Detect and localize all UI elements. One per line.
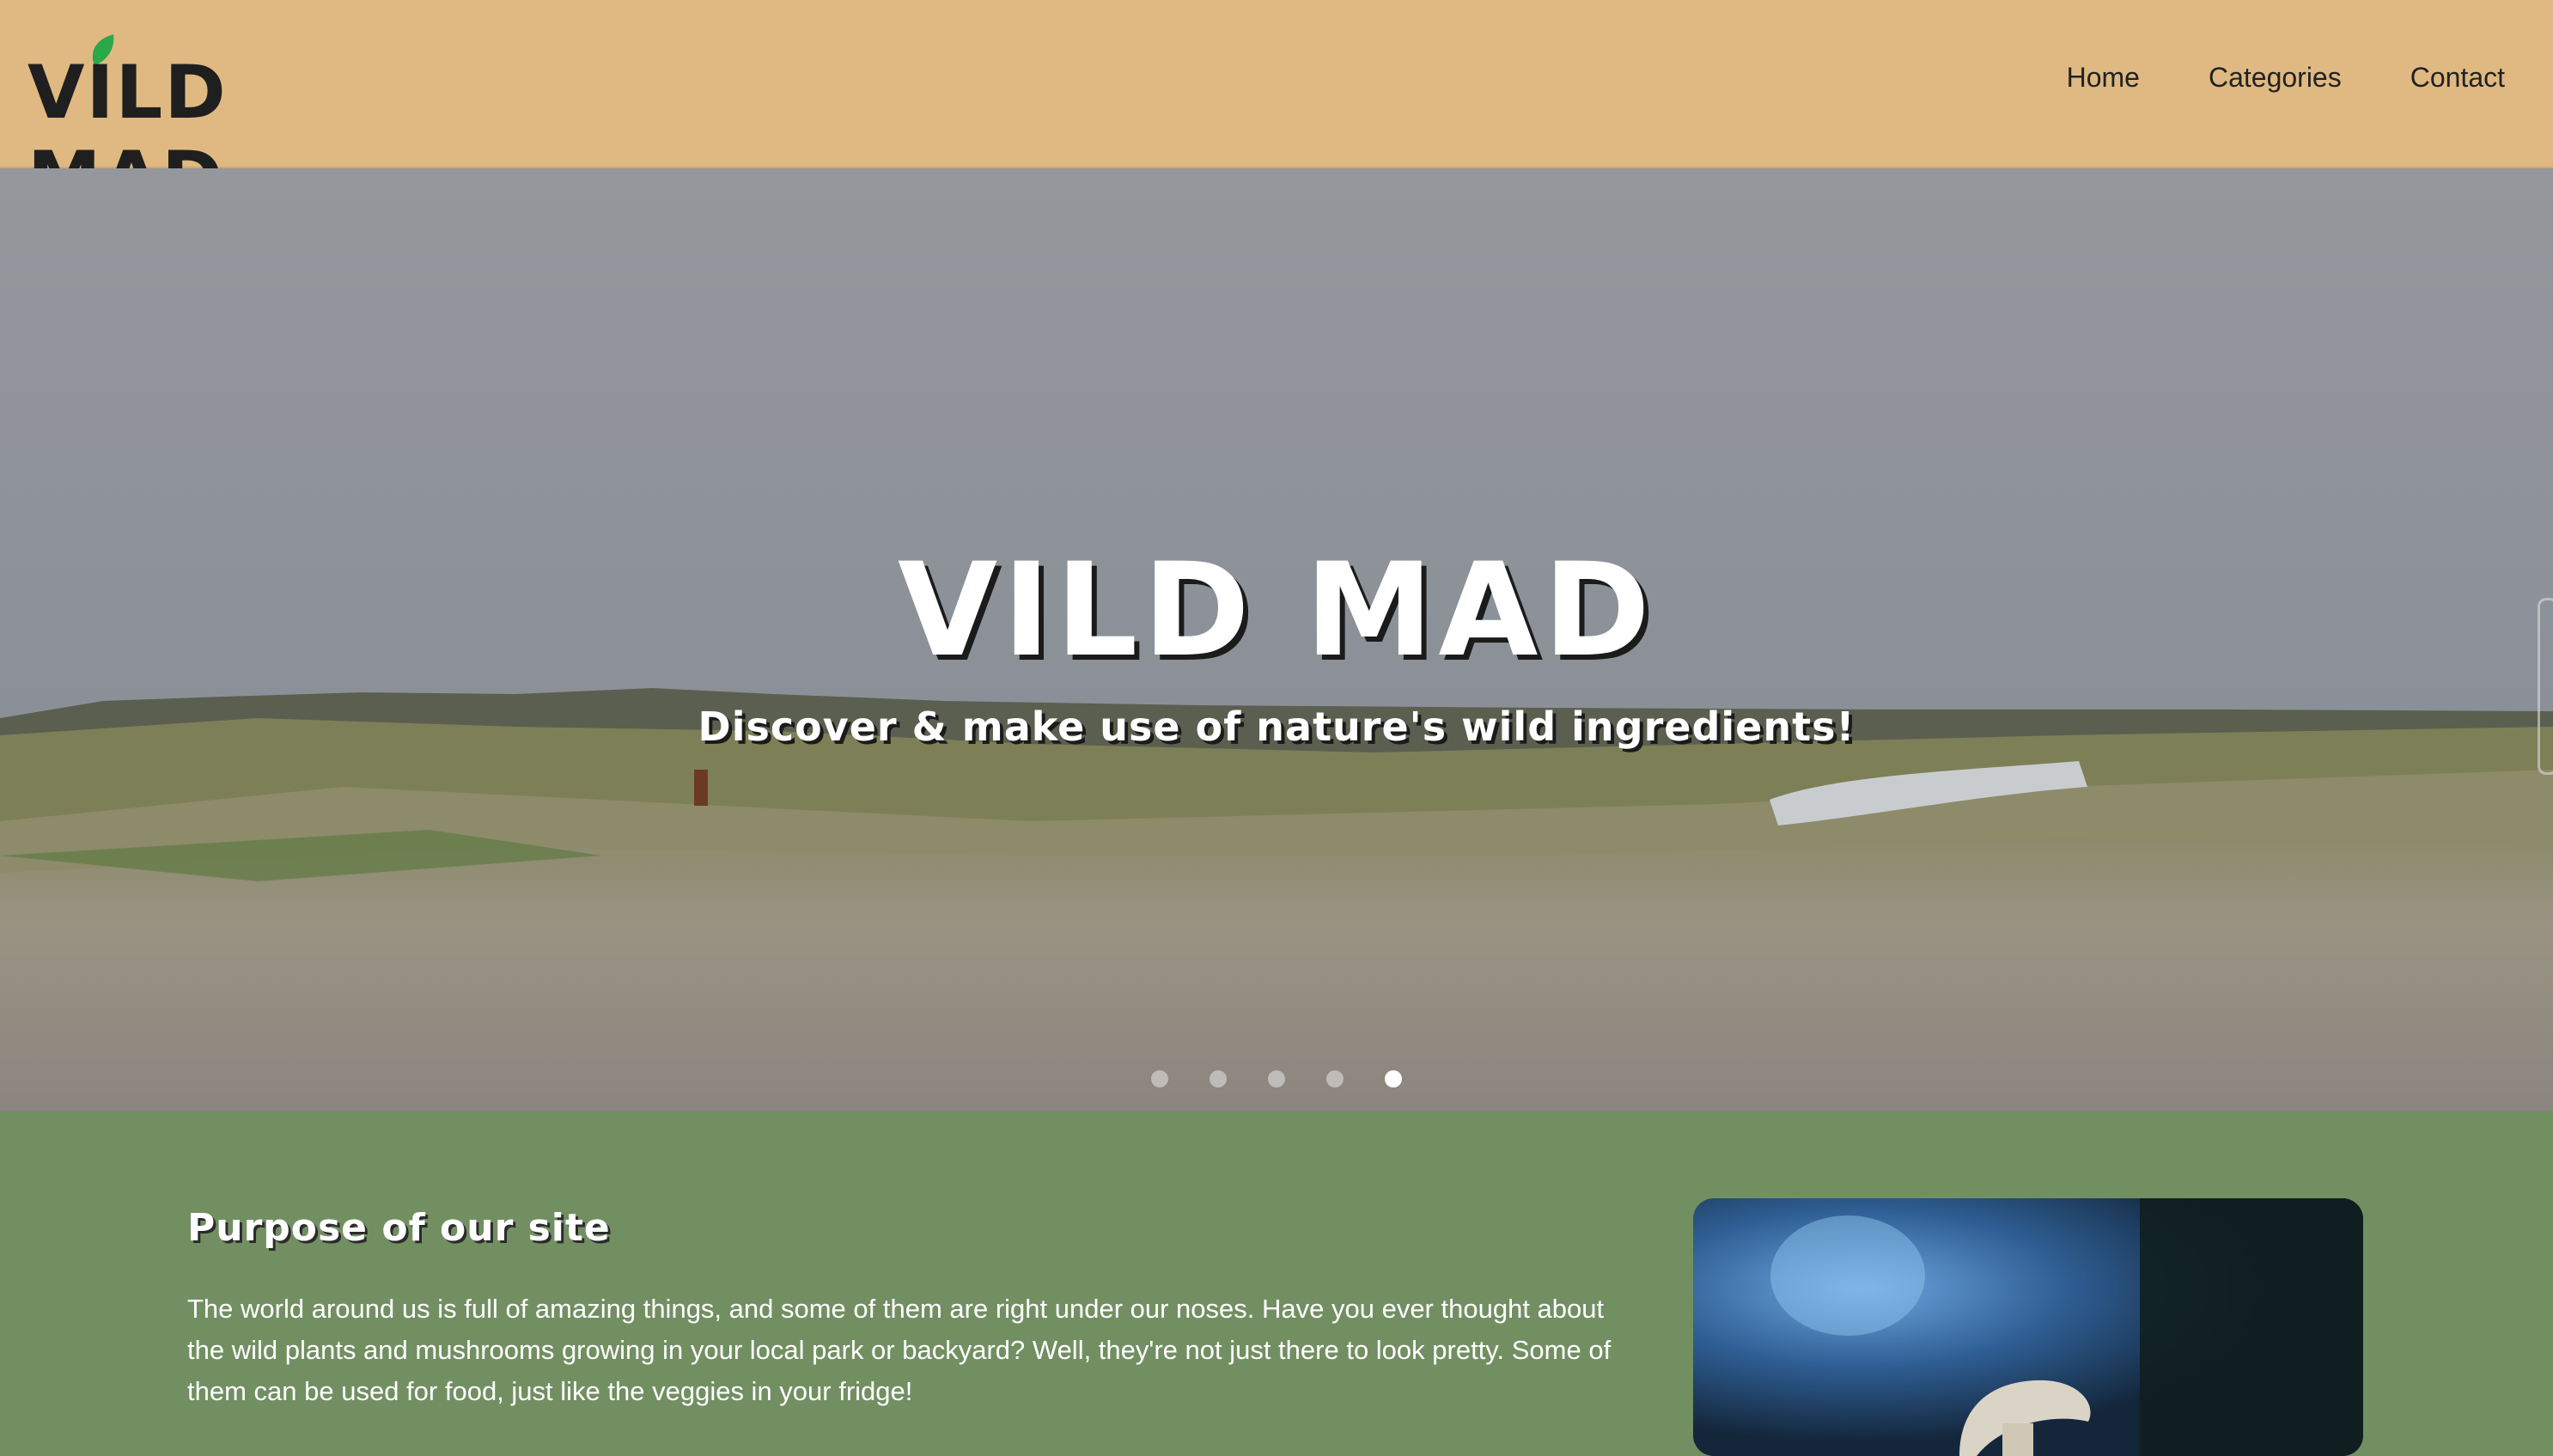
site-logo[interactable]: VILD MAD [27, 33, 371, 222]
site-header: VILD MAD Home Categories Contact [0, 0, 2553, 222]
hero-subtitle: Discover & make use of nature's wild ing… [698, 704, 1855, 750]
main-nav: Home Categories Contact [2067, 62, 2505, 94]
slide-dot-4[interactable] [1326, 1070, 1344, 1087]
slide-dot-2[interactable] [1209, 1070, 1227, 1087]
purpose-title: Purpose of our site [187, 1206, 611, 1250]
slide-next-handle[interactable] [2538, 598, 2553, 775]
hero-title: VILD MAD [897, 536, 1656, 685]
purpose-section: Purpose of our site The world around us … [0, 1112, 2553, 1456]
nav-home-link[interactable]: Home [2067, 62, 2140, 94]
purpose-text: The world around us is full of amazing t… [187, 1294, 1612, 1406]
slide-indicators [0, 1070, 2553, 1087]
mushroom-photo [1693, 1198, 2363, 1456]
hero-slideshow: VILD MAD Discover & make use of nature's… [0, 168, 2553, 1112]
nav-categories-link[interactable]: Categories [2209, 62, 2342, 94]
nav-contact-link[interactable]: Contact [2410, 62, 2505, 94]
slide-dot-3[interactable] [1268, 1070, 1285, 1087]
slide-dot-5[interactable] [1385, 1070, 1402, 1087]
slide-dot-1[interactable] [1151, 1070, 1168, 1087]
